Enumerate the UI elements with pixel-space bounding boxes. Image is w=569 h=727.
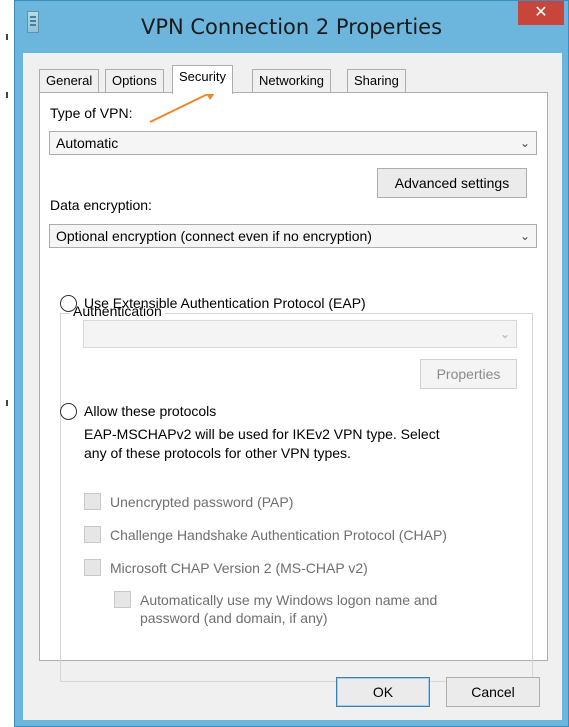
tab-sharing[interactable]: Sharing <box>347 69 406 93</box>
tab-options[interactable]: Options <box>105 69 164 93</box>
eap-radio-label[interactable]: Use Extensible Authentication Protocol (… <box>84 295 366 311</box>
title-bar[interactable]: VPN Connection 2 Properties ✕ <box>15 1 568 53</box>
data-encryption-value: Optional encryption (connect even if no … <box>56 228 372 244</box>
cancel-button[interactable]: Cancel <box>446 677 540 707</box>
allow-protocols-radio[interactable] <box>60 403 77 420</box>
ok-button[interactable]: OK <box>336 677 430 707</box>
data-encryption-select[interactable]: Optional encryption (connect even if no … <box>49 224 537 248</box>
pap-checkbox[interactable] <box>84 493 101 510</box>
vpn-type-label: Type of VPN: <box>50 105 133 121</box>
tab-general[interactable]: General <box>39 69 100 93</box>
eap-radio[interactable] <box>60 295 77 312</box>
background-mark <box>6 92 8 98</box>
chevron-down-icon: ⌄ <box>519 229 530 243</box>
advanced-settings-button[interactable]: Advanced settings <box>377 168 527 198</box>
dialog-body: General Options Security Networking Shar… <box>23 53 562 720</box>
auto-logon-checkbox[interactable] <box>114 591 131 608</box>
chevron-down-icon: ⌄ <box>519 136 530 150</box>
eap-properties-button[interactable]: Properties <box>420 359 517 389</box>
chevron-down-icon: ⌄ <box>499 327 510 341</box>
mschapv2-label: Microsoft CHAP Version 2 (MS-CHAP v2) <box>110 560 368 576</box>
chap-label: Challenge Handshake Authentication Proto… <box>110 527 447 543</box>
allow-protocols-label[interactable]: Allow these protocols <box>84 403 216 419</box>
close-icon: ✕ <box>534 2 548 21</box>
auto-logon-label-line-2: password (and domain, if any) <box>140 610 328 626</box>
auto-logon-label-line-1: Automatically use my Windows logon name … <box>140 592 438 608</box>
vpn-type-value: Automatic <box>56 135 119 151</box>
protocol-note-line-1: EAP-MSCHAPv2 will be used for IKEv2 VPN … <box>84 426 440 442</box>
security-tab-page: Type of VPN: Automatic ⌄ Advanced settin… <box>39 92 548 682</box>
eap-method-select[interactable]: ⌄ <box>83 320 517 348</box>
data-encryption-label: Data encryption: <box>50 197 152 213</box>
vpn-type-select[interactable]: Automatic ⌄ <box>49 131 537 155</box>
chap-checkbox[interactable] <box>84 526 101 543</box>
background-strip <box>0 0 14 727</box>
protocol-note-line-2: any of these protocols for other VPN typ… <box>84 445 351 461</box>
tab-security[interactable]: Security <box>172 65 233 94</box>
window-title: VPN Connection 2 Properties <box>140 15 443 39</box>
pap-label: Unencrypted password (PAP) <box>110 494 294 510</box>
properties-window: VPN Connection 2 Properties ✕ General Op… <box>14 0 569 727</box>
background-mark <box>6 400 8 406</box>
close-button[interactable]: ✕ <box>518 1 564 25</box>
mschapv2-checkbox[interactable] <box>84 559 101 576</box>
tab-networking[interactable]: Networking <box>252 69 332 93</box>
background-mark <box>6 34 8 40</box>
